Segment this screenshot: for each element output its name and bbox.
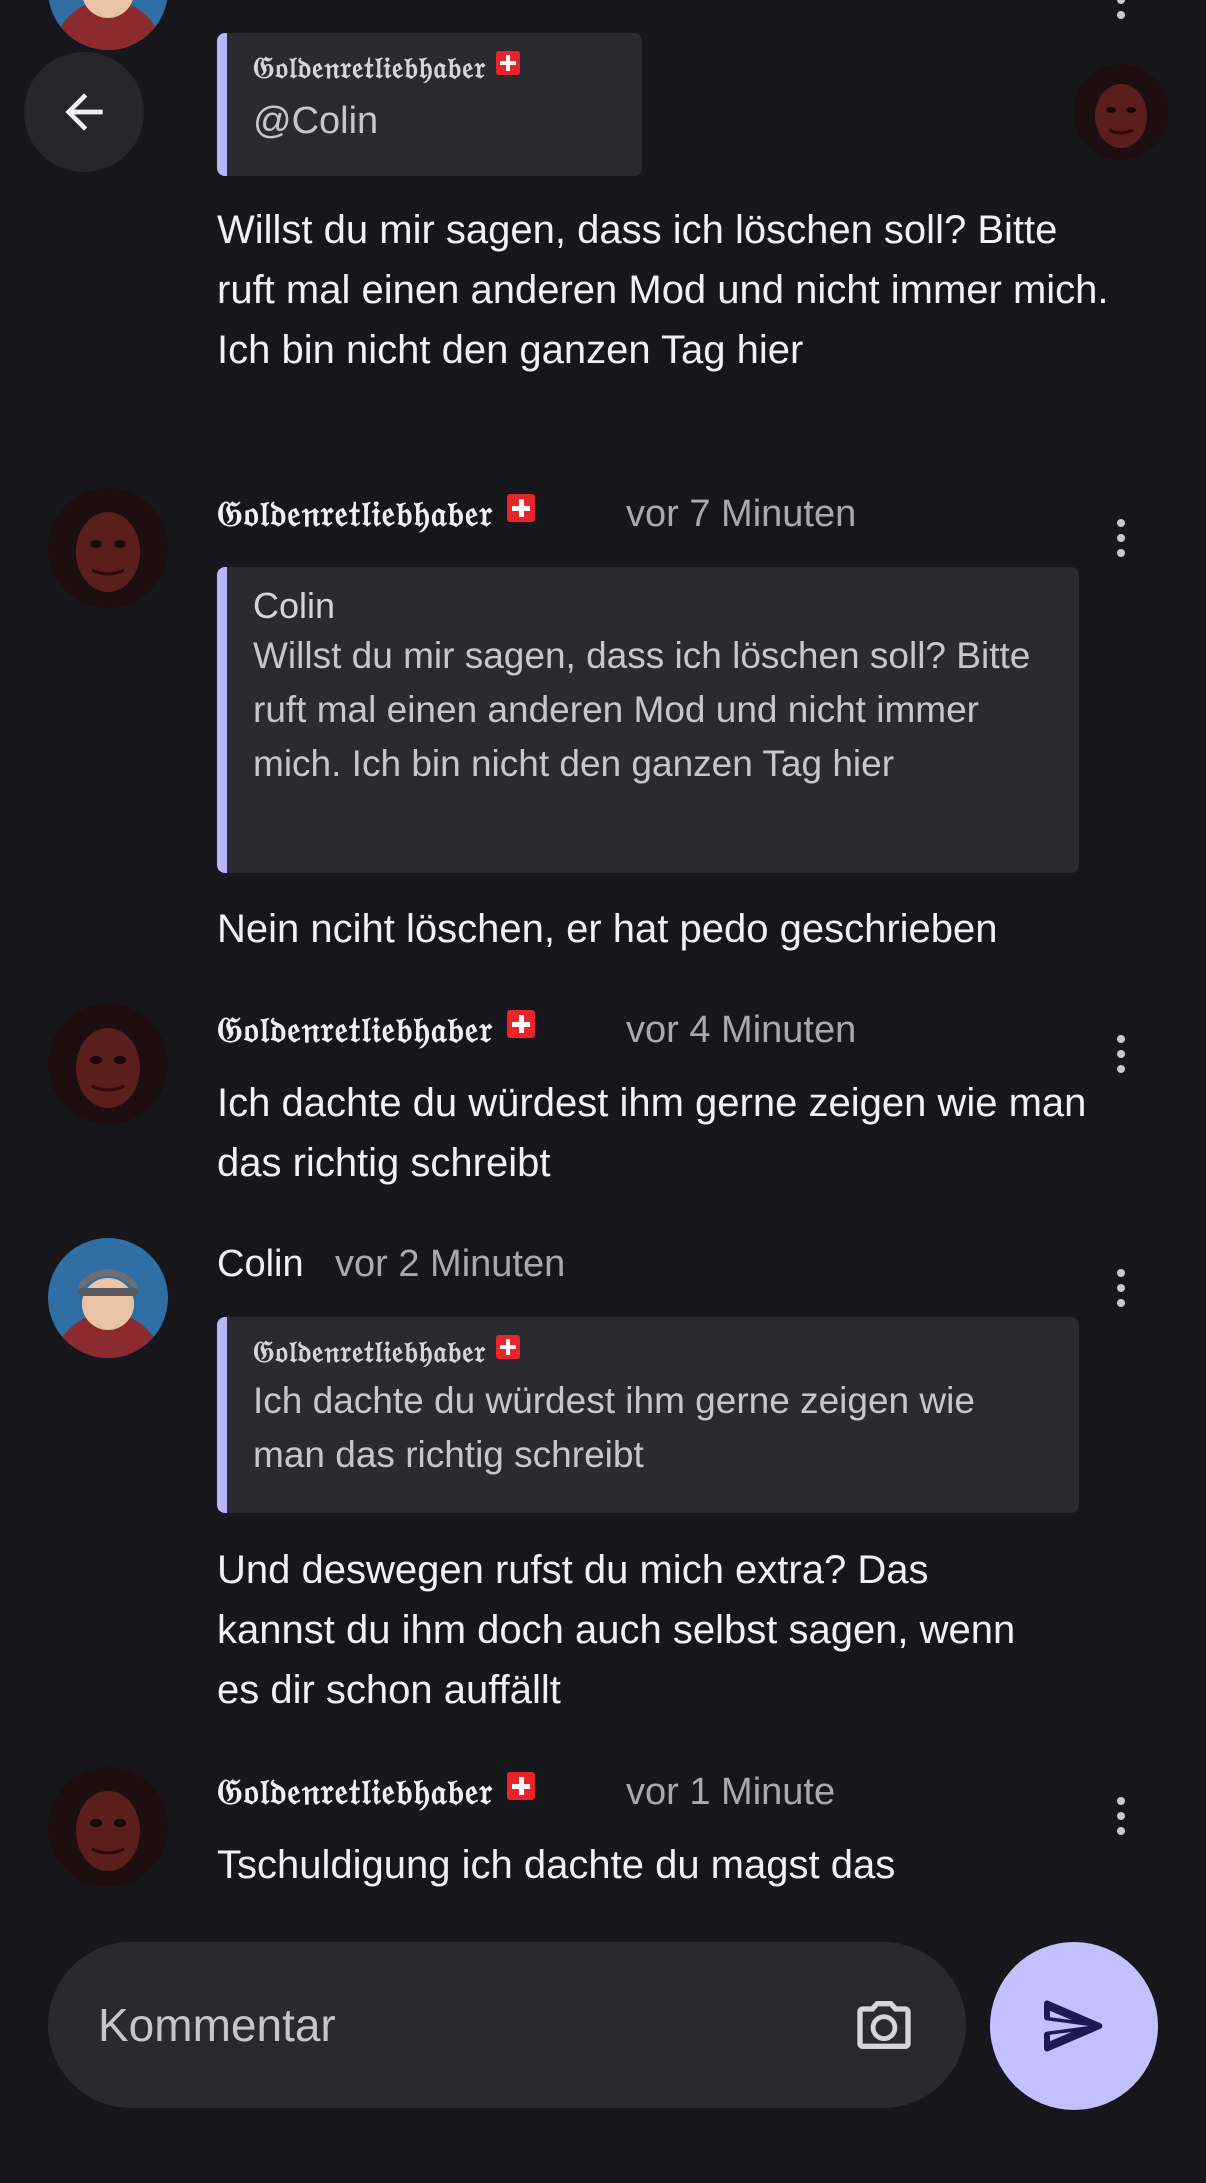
avatar-goldenretliebhaber[interactable]: [48, 1767, 168, 1887]
avatar-goldenretliebhaber[interactable]: [48, 488, 168, 608]
avatar-goldenretliebhaber[interactable]: [48, 1004, 168, 1124]
comment-author[interactable]: 𝔊𝔬𝔩𝔡𝔢𝔫𝔯𝔢𝔱𝔩𝔦𝔢𝔟𝔥𝔞𝔟𝔢𝔯: [217, 493, 536, 536]
comment-text: Tschuldigung ich dachte du magst das: [217, 1843, 896, 1887]
avatar-colin-top[interactable]: [48, 0, 168, 50]
comment-input-placeholder: Kommentar: [98, 1999, 336, 2051]
back-button[interactable]: [24, 52, 144, 172]
quote-block: Colin Willst du mir sagen, dass ich lösc…: [217, 567, 1079, 873]
comment-author[interactable]: 𝔊𝔬𝔩𝔡𝔢𝔫𝔯𝔢𝔱𝔩𝔦𝔢𝔟𝔥𝔞𝔟𝔢𝔯: [217, 1009, 536, 1052]
more-options-button[interactable]: [1101, 1258, 1141, 1318]
more-options-button[interactable]: [1101, 508, 1141, 568]
comment-time: vor 4 Minuten: [626, 1009, 857, 1051]
quote-block: 𝔊𝔬𝔩𝔡𝔢𝔫𝔯𝔢𝔱𝔩𝔦𝔢𝔟𝔥𝔞𝔟𝔢𝔯 @Colin: [217, 33, 642, 176]
more-options-button[interactable]: [1101, 0, 1141, 30]
avatar-colin[interactable]: [48, 1238, 168, 1358]
quote-author: 𝔊𝔬𝔩𝔡𝔢𝔫𝔯𝔢𝔱𝔩𝔦𝔢𝔟𝔥𝔞𝔟𝔢𝔯: [253, 51, 616, 86]
comment-input[interactable]: Kommentar: [48, 1942, 966, 2108]
swiss-flag-icon: [496, 51, 521, 75]
quote-text: Ich dachte du würdest ihm gerne zeigen w…: [253, 1380, 975, 1475]
send-button[interactable]: [990, 1942, 1158, 2110]
comment-author[interactable]: Colin: [217, 1243, 304, 1286]
send-icon: [1044, 2000, 1103, 2052]
comment-text: Nein nciht löschen, er hat pedo geschrie…: [217, 907, 998, 951]
comment-author[interactable]: 𝔊𝔬𝔩𝔡𝔢𝔫𝔯𝔢𝔱𝔩𝔦𝔢𝔟𝔥𝔞𝔟𝔢𝔯: [217, 1771, 536, 1814]
quote-block: 𝔊𝔬𝔩𝔡𝔢𝔫𝔯𝔢𝔱𝔩𝔦𝔢𝔟𝔥𝔞𝔟𝔢𝔯 Ich dachte du würdest…: [217, 1317, 1079, 1513]
comment-time: vor 2 Minuten: [335, 1243, 566, 1285]
camera-icon[interactable]: [852, 1993, 916, 2057]
quote-text: Willst du mir sagen, dass ich löschen so…: [253, 635, 1031, 784]
swiss-flag-icon: [507, 1772, 536, 1800]
quote-text: @Colin: [253, 100, 379, 142]
avatar-goldenretliebhaber-top[interactable]: [1073, 64, 1169, 160]
swiss-flag-icon: [507, 1010, 536, 1038]
comment-time: vor 1 Minute: [626, 1771, 836, 1813]
more-options-button[interactable]: [1101, 1024, 1141, 1084]
comment-time: vor 7 Minuten: [626, 493, 857, 535]
comment-text: Und deswegen rufst du mich extra? Das ka…: [217, 1548, 1016, 1712]
quote-author: Colin: [253, 585, 336, 626]
comment-text: Ich dachte du würdest ihm gerne zeigen w…: [217, 1081, 1087, 1185]
comment-text: Willst du mir sagen, dass ich löschen so…: [217, 208, 1109, 372]
swiss-flag-icon: [507, 494, 536, 522]
quote-author: 𝔊𝔬𝔩𝔡𝔢𝔫𝔯𝔢𝔱𝔩𝔦𝔢𝔟𝔥𝔞𝔟𝔢𝔯: [253, 1335, 1053, 1370]
arrow-left-icon: [65, 93, 103, 131]
swiss-flag-icon: [496, 1335, 521, 1359]
